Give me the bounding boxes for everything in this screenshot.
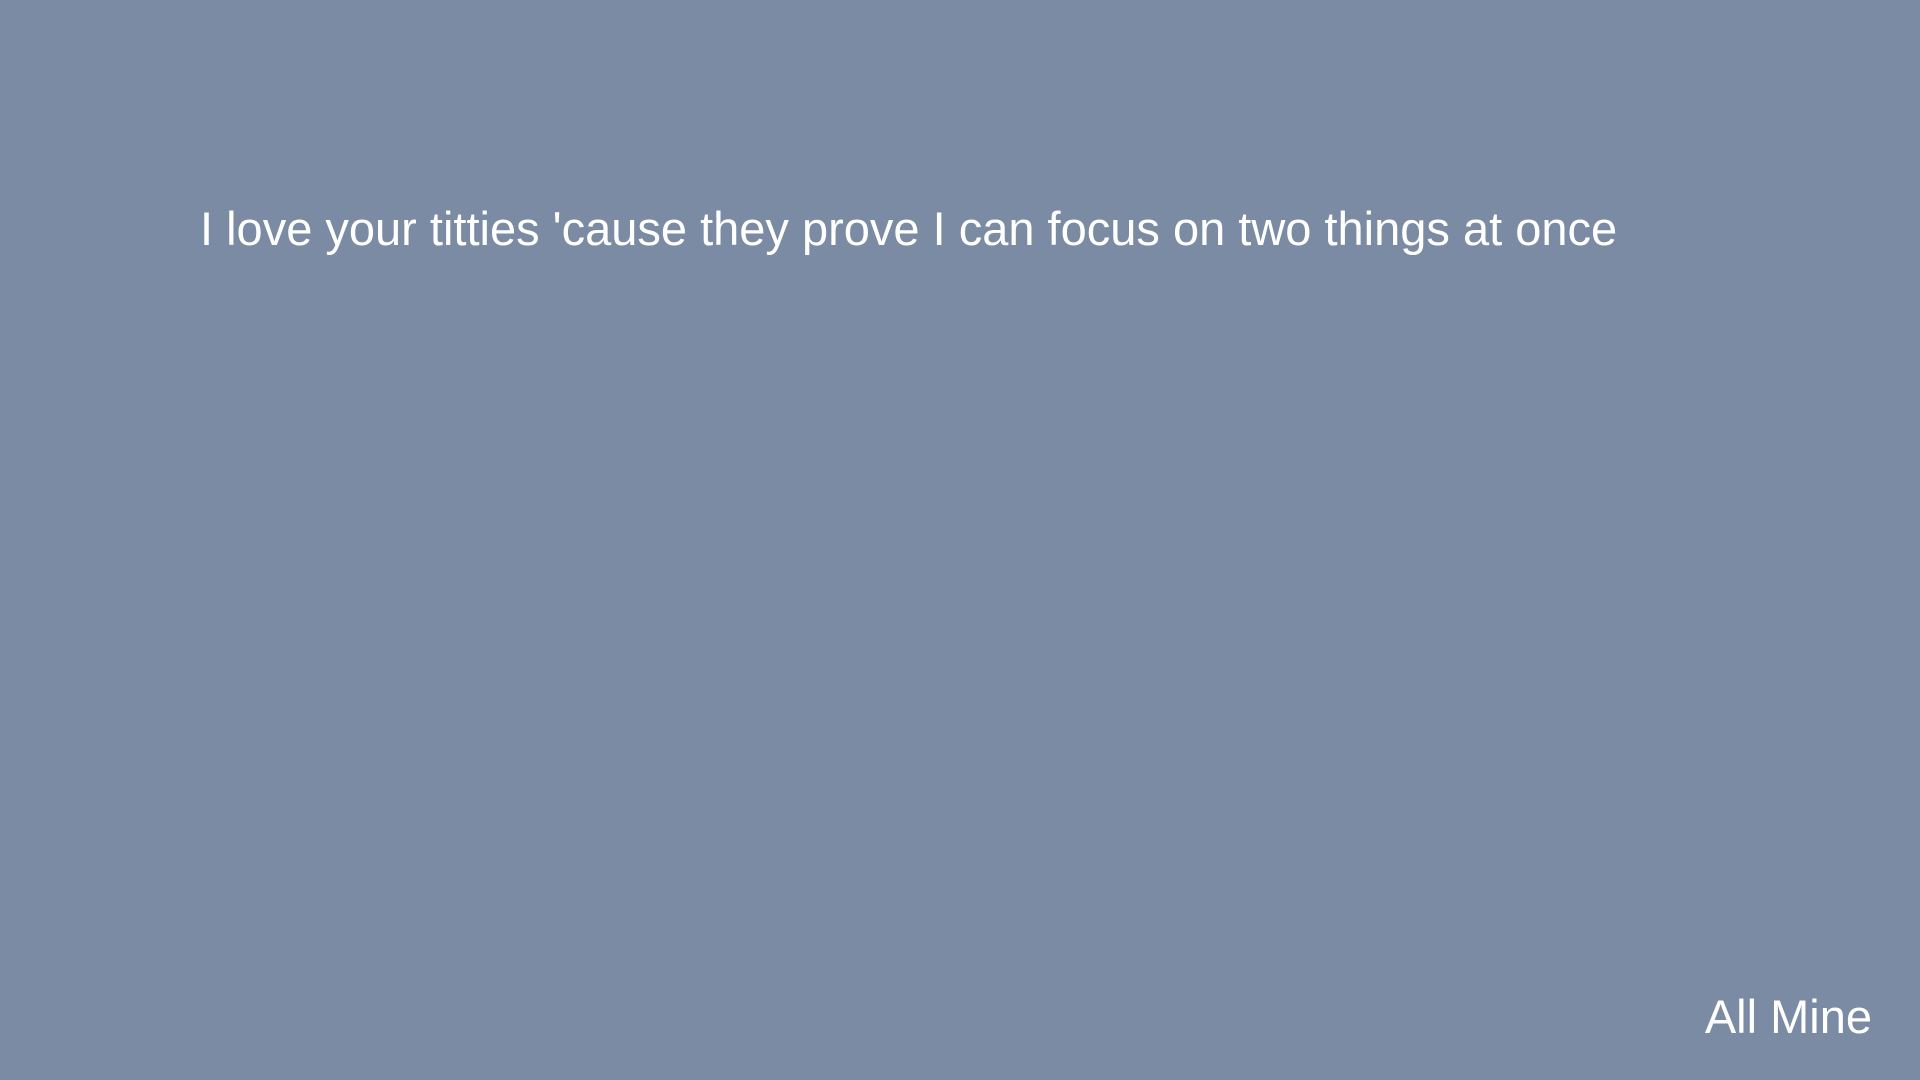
footer-label: All Mine	[1704, 990, 1872, 1043]
background-canvas: I love your titties 'cause they prove I …	[0, 0, 1920, 1080]
main-text: I love your titties 'cause they prove I …	[200, 202, 1618, 255]
